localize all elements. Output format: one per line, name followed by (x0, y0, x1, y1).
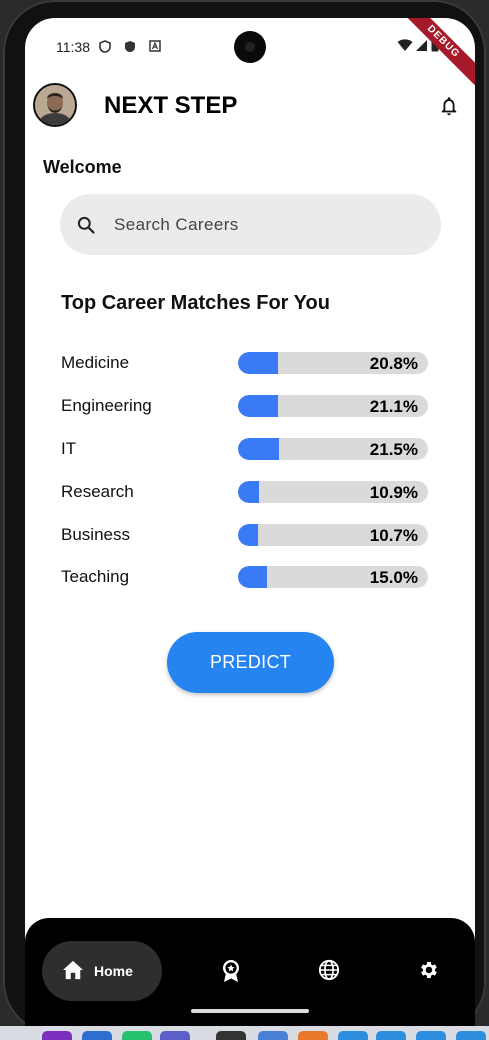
career-label: Research (61, 482, 134, 501)
nav-item-home[interactable]: Home (42, 941, 162, 1001)
career-label: Business (61, 525, 130, 544)
match-progress-bar: 10.7% (238, 524, 428, 546)
award-icon[interactable] (220, 959, 242, 983)
taskbar-app-icon[interactable] (216, 1031, 246, 1040)
taskbar-folder-icon[interactable] (338, 1031, 368, 1040)
app-bar: NEXT STEP (25, 78, 475, 134)
match-progress-bar: 20.8% (238, 352, 428, 374)
match-progress-fill (238, 524, 259, 546)
career-row-medicine: Medicine 20.8% (61, 350, 441, 378)
app-title: NEXT STEP (104, 92, 238, 119)
match-progress-fill (238, 566, 267, 588)
career-label: Teaching (61, 567, 130, 586)
taskbar-app-icon[interactable] (82, 1031, 112, 1040)
match-percentage: 21.5% (369, 440, 418, 459)
taskbar-app-icon[interactable] (298, 1031, 328, 1040)
career-label: IT (61, 439, 77, 458)
match-progress-fill (238, 481, 259, 503)
desktop-taskbar (0, 1026, 489, 1040)
taskbar-app-icon[interactable] (122, 1031, 152, 1040)
match-progress-bar: 15.0% (238, 566, 428, 588)
phone-frame: 11:38 DEBUG NEXT STEP Welcome Search Car… (3, 0, 486, 1034)
gear-icon[interactable] (418, 959, 440, 981)
taskbar-folder-icon[interactable] (376, 1031, 406, 1040)
match-progress-fill (238, 438, 279, 460)
match-percentage: 21.1% (369, 397, 418, 416)
taskbar-app-icon[interactable] (160, 1031, 190, 1040)
security-icon (125, 41, 135, 52)
notification-bell-icon[interactable] (438, 95, 460, 117)
app-notification-icon (149, 40, 161, 52)
match-progress-fill (238, 395, 279, 417)
status-time: 11:38 (56, 39, 90, 55)
predict-button[interactable]: PREDICT (167, 632, 334, 693)
section-title: Top Career Matches For You (61, 292, 330, 314)
match-progress-bar: 21.1% (238, 395, 428, 417)
home-icon (63, 960, 83, 980)
match-progress-bar: 21.5% (238, 438, 428, 460)
shield-icon (99, 40, 111, 53)
avatar[interactable] (33, 83, 77, 127)
career-label: Medicine (61, 353, 130, 372)
globe-icon[interactable] (318, 959, 340, 981)
status-bar: 11:38 DEBUG (25, 18, 475, 91)
welcome-heading: Welcome (43, 157, 122, 177)
profile-photo-icon (35, 85, 75, 125)
career-row-teaching: Teaching 15.0% (61, 564, 441, 592)
search-input[interactable] (112, 210, 416, 240)
career-row-research: Research 10.9% (61, 479, 441, 507)
taskbar-app-icon[interactable] (258, 1031, 288, 1040)
career-row-engineering: Engineering 21.1% (61, 393, 441, 421)
match-percentage: 15.0% (369, 568, 418, 587)
taskbar-folder-icon[interactable] (416, 1031, 446, 1040)
career-row-business: Business 10.7% (61, 522, 441, 550)
match-progress-bar: 10.9% (238, 481, 428, 503)
signal-icon (416, 40, 427, 51)
app-screen: 11:38 DEBUG NEXT STEP Welcome Search Car… (25, 18, 475, 1030)
search-icon (77, 216, 95, 234)
taskbar-folder-icon[interactable] (456, 1031, 486, 1040)
career-label: Engineering (61, 396, 152, 415)
match-percentage: 10.7% (369, 526, 418, 545)
match-percentage: 10.9% (369, 483, 418, 502)
match-progress-fill (238, 352, 278, 374)
nav-home-label: Home (94, 963, 133, 979)
match-percentage: 20.8% (369, 354, 418, 373)
career-row-it: IT 21.5% (61, 436, 441, 464)
search-bar[interactable] (60, 194, 441, 255)
wifi-icon (397, 39, 413, 51)
front-camera (234, 31, 266, 63)
taskbar-app-icon[interactable] (42, 1031, 72, 1040)
gesture-home-indicator[interactable] (191, 1009, 309, 1013)
bottom-navigation: Home (25, 918, 475, 1030)
